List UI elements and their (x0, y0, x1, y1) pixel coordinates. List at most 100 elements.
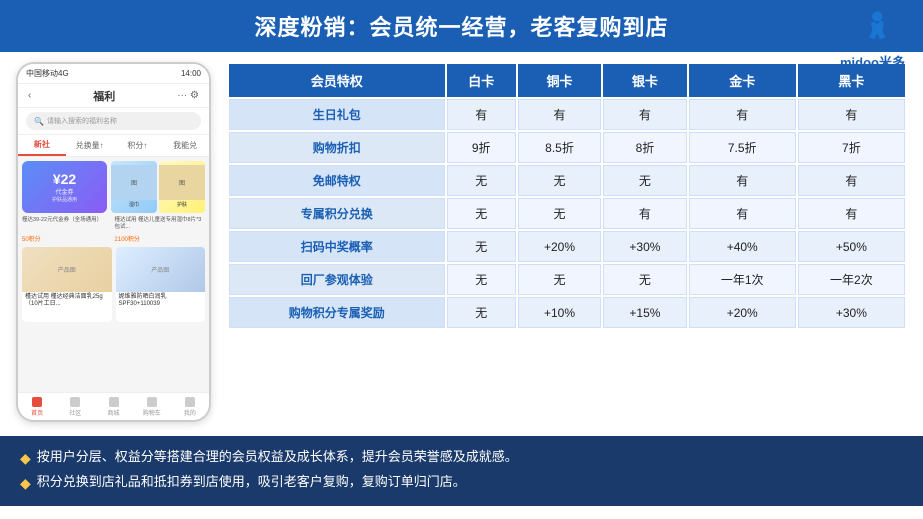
profile-icon (185, 397, 195, 407)
table-row: 购物积分专属奖励无+10%+15%+20%+30% (229, 297, 905, 328)
phone-mockup: 中国移动4G 14:00 ‹ 福利 ··· ⚙ 🔍 请输入搜索的福利名称 新社 … (16, 62, 211, 422)
table-cell-0-3: 有 (603, 99, 686, 130)
title-bar: 深度粉销：会员统一经营，老客复购到店 midoo米多 (0, 0, 923, 52)
col-header-copper: 铜卡 (518, 64, 601, 97)
community-icon (70, 397, 80, 407)
phone-bottom-tab-shop[interactable]: 商城 (94, 393, 132, 420)
phone-tab-3[interactable]: 我能兑 (161, 135, 209, 156)
table-cell-3-4: 有 (689, 198, 796, 229)
table-cell-6-4: +20% (689, 297, 796, 328)
note-text-2: 积分兑换到店礼品和抵扣券到店使用，吸引老客户复购，复购订单归门店。 (37, 471, 466, 493)
table-cell-6-2: +10% (518, 297, 601, 328)
logo-area: midoo米多 (840, 8, 905, 71)
phone-status-bar: 中国移动4G 14:00 (18, 64, 209, 84)
shop-icon (109, 397, 119, 407)
table-cell-4-1: 无 (447, 231, 516, 262)
search-icon: 🔍 (34, 117, 44, 126)
phone-nav-title: 福利 (93, 88, 115, 104)
product2-title: 槿达试用 槿达儿童送专用湿巾8片*3包试... (115, 217, 205, 231)
product3-title: 槿达试用 槿达经典洁面乳25g（10片工日... (25, 294, 109, 308)
voucher-small-1: 图 湿巾 (111, 161, 157, 213)
col-header-white: 白卡 (447, 64, 516, 97)
table-cell-5-1: 无 (447, 264, 516, 295)
table-cell-0-4: 有 (689, 99, 796, 130)
table-cell-2-1: 无 (447, 165, 516, 196)
table-cell-2-2: 无 (518, 165, 601, 196)
table-row: 免邮特权无无无有有 (229, 165, 905, 196)
product-row-2: 产品图 槿达试用 槿达经典洁面乳25g（10片工日... 产品图 妮维雅防晒白润… (22, 247, 205, 322)
product1-points: 50积分 (22, 234, 111, 243)
phone-bottom-tab-community[interactable]: 社区 (56, 393, 94, 420)
note-text-1: 按用户分层、权益分等搭建合理的会员权益及成长体系，提升会员荣誉感及成就感。 (37, 446, 518, 468)
table-cell-2-3: 无 (603, 165, 686, 196)
phone-search-area: 🔍 请输入搜索的福利名称 (18, 108, 209, 135)
table-cell-4-0: 扫码中奖概率 (229, 231, 445, 262)
product-img-3: 产品图 (22, 247, 112, 292)
col-header-privilege: 会员特权 (229, 64, 445, 97)
table-cell-0-1: 有 (447, 99, 516, 130)
phone-bottom-tab-home[interactable]: 首页 (18, 393, 56, 420)
table-cell-5-0: 回厂参观体验 (229, 264, 445, 295)
table-cell-4-3: +30% (603, 231, 686, 262)
table-cell-6-5: +30% (798, 297, 905, 328)
phone-nav-bar: ‹ 福利 ··· ⚙ (18, 84, 209, 108)
phone-nav-back: ‹ (28, 90, 31, 101)
table-cell-5-3: 无 (603, 264, 686, 295)
phone-body: ¥22 代金券 护肤品通用 图 湿巾 图 护肤 (18, 157, 209, 368)
table-cell-5-5: 一年2次 (798, 264, 905, 295)
product1-title: 槿达39-22元代金券（全场通用） (22, 217, 111, 231)
phone-time: 14:00 (181, 69, 201, 78)
phone-tab-2[interactable]: 积分↑ (114, 135, 162, 156)
phone-carrier: 中国移动4G (26, 68, 69, 79)
phone-bottom-nav: 首页 社区 商城 购物车 我的 (18, 392, 209, 420)
label-row: 槿达39-22元代金券（全场通用） 槿达试用 槿达儿童送专用湿巾8片*3包试..… (22, 217, 205, 231)
points-row: 50积分 2100积分 (22, 234, 205, 243)
table-cell-4-4: +40% (689, 231, 796, 262)
table-cell-3-3: 有 (603, 198, 686, 229)
col-header-silver: 银卡 (603, 64, 686, 97)
phone-search-placeholder: 请输入搜索的福利名称 (47, 116, 117, 126)
phone-bottom-tab-cart[interactable]: 购物车 (133, 393, 171, 420)
bottom-notes: ◆ 按用户分层、权益分等搭建合理的会员权益及成长体系，提升会员荣誉感及成就感。 … (0, 436, 923, 506)
diamond-icon-2: ◆ (20, 472, 31, 496)
phone-bottom-tab-profile[interactable]: 我的 (171, 393, 209, 420)
logo-text: midoo米多 (840, 52, 905, 71)
table-cell-1-4: 7.5折 (689, 132, 796, 163)
voucher-sub: 护肤品通用 (52, 196, 77, 203)
table-row: 生日礼包有有有有有 (229, 99, 905, 130)
membership-table: 会员特权 白卡 铜卡 银卡 金卡 黑卡 生日礼包有有有有有购物折扣9折8.5折8… (227, 62, 907, 330)
voucher-card-main: ¥22 代金券 护肤品通用 (22, 161, 107, 213)
col-header-gold: 金卡 (689, 64, 796, 97)
phone-tab-0[interactable]: 新社 (18, 135, 66, 156)
product2-points: 2100积分 (115, 234, 205, 243)
note-item-1: ◆ 按用户分层、权益分等搭建合理的会员权益及成长体系，提升会员荣誉感及成就感。 (20, 446, 903, 471)
voucher-stack: 图 湿巾 图 护肤 (111, 161, 205, 213)
table-row: 扫码中奖概率无+20%+30%+40%+50% (229, 231, 905, 262)
phone-tabs: 新社 兑换量↑ 积分↑ 我能兑 (18, 135, 209, 157)
table-cell-3-1: 无 (447, 198, 516, 229)
phone-search-input[interactable]: 🔍 请输入搜索的福利名称 (26, 112, 201, 130)
table-cell-1-5: 7折 (798, 132, 905, 163)
table-cell-5-2: 无 (518, 264, 601, 295)
membership-table-container: 会员特权 白卡 铜卡 银卡 金卡 黑卡 生日礼包有有有有有购物折扣9折8.5折8… (227, 62, 907, 432)
table-cell-2-5: 有 (798, 165, 905, 196)
table-row: 回厂参观体验无无无一年1次一年2次 (229, 264, 905, 295)
table-cell-1-3: 8折 (603, 132, 686, 163)
table-cell-4-2: +20% (518, 231, 601, 262)
product-img-4: 产品图 (116, 247, 206, 292)
product-info-4: 妮维雅防晒白润乳SPF30+110039 (116, 292, 206, 310)
table-cell-2-0: 免邮特权 (229, 165, 445, 196)
voucher-small-2: 图 护肤 (159, 161, 205, 213)
table-cell-0-5: 有 (798, 99, 905, 130)
note-item-2: ◆ 积分兑换到店礼品和抵扣券到店使用，吸引老客户复购，复购订单归门店。 (20, 471, 903, 496)
table-row: 专属积分兑换无无有有有 (229, 198, 905, 229)
table-cell-3-0: 专属积分兑换 (229, 198, 445, 229)
table-cell-3-5: 有 (798, 198, 905, 229)
table-cell-3-2: 无 (518, 198, 601, 229)
product-card-3: 产品图 槿达试用 槿达经典洁面乳25g（10片工日... (22, 247, 112, 322)
table-cell-6-3: +15% (603, 297, 686, 328)
phone-tab-1[interactable]: 兑换量↑ (66, 135, 114, 156)
table-cell-6-1: 无 (447, 297, 516, 328)
phone-nav-more: ··· ⚙ (177, 90, 199, 101)
table-cell-0-2: 有 (518, 99, 601, 130)
